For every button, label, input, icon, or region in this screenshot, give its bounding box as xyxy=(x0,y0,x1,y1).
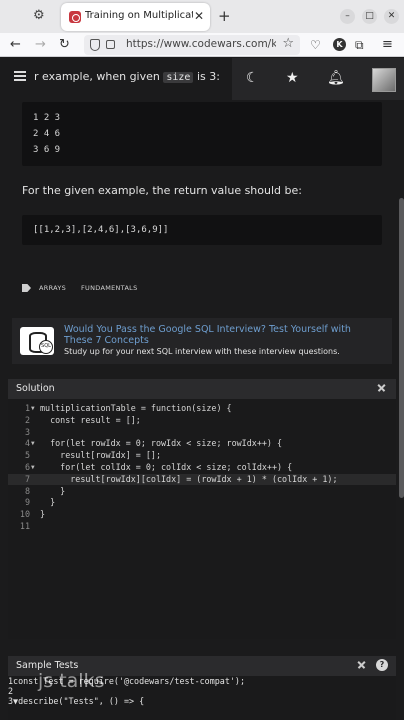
pocket-icon[interactable]: ♡ xyxy=(310,36,321,54)
solution-label: Solution xyxy=(16,383,55,394)
maximize-icon[interactable]: □ xyxy=(362,9,377,24)
code-line[interactable]: 7 result[rowIdx][colIdx] = (rowIdx + 1) … xyxy=(8,473,396,485)
browser-nav-bar: ← → ↻ https://www.codewars.com/kat ☆ ♡ K… xyxy=(0,33,404,57)
minimize-icon[interactable]: – xyxy=(340,9,355,24)
matrix-line: 2 4 6 xyxy=(33,129,61,139)
user-toolbar: ☾ ★ 🔔︎ xyxy=(232,58,404,100)
code-text: const result = []; xyxy=(40,414,141,425)
avatar[interactable] xyxy=(372,68,396,92)
tag-fundamentals[interactable]: FUNDAMENTALS xyxy=(81,284,138,292)
reload-icon[interactable]: ↻ xyxy=(59,36,70,54)
fold-arrow-icon[interactable]: ▼ xyxy=(31,405,35,412)
code-text: for(let colIdx = 0; colIdx < size; colId… xyxy=(40,462,293,472)
back-icon[interactable]: ← xyxy=(10,36,21,54)
return-value-text: For the given example, the return value … xyxy=(22,184,302,197)
code-text: } xyxy=(40,485,66,496)
line-number: 9 xyxy=(24,497,30,508)
code-text: result[rowIdx][colIdx] = (rowIdx + 1) * … xyxy=(40,473,338,484)
page-scrollbar[interactable] xyxy=(399,198,404,498)
ad-title-link[interactable]: Would You Pass the Google SQL Interview?… xyxy=(64,324,374,346)
code-text: for(let rowIdx = 0; rowIdx < size; rowId… xyxy=(40,438,283,449)
help-icon[interactable]: ? xyxy=(376,659,388,671)
return-value-block: [[1,2,3],[2,4,6],[3,6,9]] xyxy=(22,215,382,245)
return-value-code: [[1,2,3],[2,4,6],[3,6,9]] xyxy=(33,225,169,235)
code-line[interactable]: 6 ▼ for(let colIdx = 0; colIdx < size; co… xyxy=(8,462,396,473)
new-tab-icon[interactable]: + xyxy=(218,7,231,25)
code-line[interactable]: 8 } xyxy=(8,486,396,497)
line-number: 4 xyxy=(24,438,30,449)
line-number: 10 xyxy=(19,509,30,520)
code-line[interactable]: 9 } xyxy=(8,497,396,508)
code-text: multiplicationTable = function(size) { xyxy=(40,403,232,413)
bell-icon[interactable]: 🔔︎ xyxy=(327,70,345,86)
lock-icon xyxy=(106,40,115,49)
code-text: result[rowIdx] = []; xyxy=(40,450,162,461)
fold-arrow-icon[interactable]: ▼ xyxy=(31,440,35,447)
line-number: 7 xyxy=(24,473,30,484)
gear-icon[interactable]: ⚙ xyxy=(33,9,47,23)
tag-arrays[interactable]: ARRAYS xyxy=(39,284,66,292)
shield-icon xyxy=(90,39,100,51)
matrix-example-block: 1 2 3 2 4 6 3 6 9 xyxy=(22,102,382,166)
code-line[interactable]: 4 ▼ for(let rowIdx = 0; rowIdx < size; ro… xyxy=(8,438,396,449)
close-window-icon[interactable]: ✕ xyxy=(384,9,399,24)
code-line[interactable]: 2 const result = []; xyxy=(8,415,396,426)
fullscreen-icon[interactable] xyxy=(357,660,366,669)
bookmark-star-icon[interactable]: ☆ xyxy=(282,36,294,51)
hamburger-menu-icon[interactable] xyxy=(14,71,26,81)
forward-icon[interactable]: → xyxy=(35,36,46,54)
line-number: 2 xyxy=(8,686,14,696)
example-intro: r example, when given size is 3: xyxy=(34,70,220,83)
menu-icon[interactable]: ≡ xyxy=(382,36,393,54)
extensions-icon[interactable]: ⧉ xyxy=(355,36,364,54)
browser-tab-bar: ⚙ Training on Multiplication ✕ + – □ ✕ xyxy=(0,0,404,33)
code-line[interactable]: 3 xyxy=(8,427,396,438)
codewars-favicon-icon xyxy=(69,11,81,23)
page-content: r example, when given size is 3: ☾ ★ 🔔︎ … xyxy=(0,58,404,720)
watermark-text: js talks xyxy=(38,670,105,692)
line-number: 1 xyxy=(24,403,30,413)
code-text: } xyxy=(40,509,46,520)
code-line[interactable]: 10} xyxy=(8,509,396,520)
code-line[interactable]: 1 ▼ multiplicationTable = function(size) { xyxy=(8,403,396,414)
fullscreen-icon[interactable] xyxy=(377,383,386,392)
sponsored-ad[interactable]: Would You Pass the Google SQL Interview?… xyxy=(12,318,392,364)
code-line[interactable]: 5 result[rowIdx] = []; xyxy=(8,450,396,461)
solution-editor[interactable]: 1 ▼ multiplicationTable = function(size) {… xyxy=(8,399,396,639)
kata-description-top: r example, when given size is 3: xyxy=(0,58,232,100)
line-number: 11 xyxy=(19,521,30,531)
bookmark-icon[interactable]: ★ xyxy=(286,70,299,86)
code-line[interactable]: 11 xyxy=(8,521,396,532)
line-number: 2 xyxy=(24,414,30,425)
intro-prefix: r example, when given xyxy=(34,70,164,83)
line-number: 8 xyxy=(24,485,30,496)
line-number: 3 xyxy=(24,426,30,437)
intro-suffix: is 3: xyxy=(193,70,220,83)
browser-tab[interactable]: Training on Multiplication ✕ xyxy=(61,3,210,31)
line-number: 5 xyxy=(24,450,30,461)
tag-icon xyxy=(22,284,31,292)
close-tab-icon[interactable]: ✕ xyxy=(194,9,204,23)
code-line[interactable]: 3▼describe("Tests", () => { xyxy=(8,696,396,706)
url-text[interactable]: https://www.codewars.com/kat xyxy=(126,38,276,50)
address-bar[interactable]: https://www.codewars.com/kat ☆ xyxy=(84,35,300,55)
fold-arrow-icon[interactable]: ▼ xyxy=(31,464,35,471)
solution-header: Solution xyxy=(8,379,396,399)
ad-subtitle: Study up for your next SQL interview wit… xyxy=(64,347,340,356)
line-number: 6 xyxy=(24,462,30,472)
matrix-line: 1 2 3 xyxy=(33,113,61,123)
tab-title: Training on Multiplication xyxy=(85,10,193,21)
inline-code-size: size xyxy=(163,72,194,83)
matrix-line: 3 6 9 xyxy=(33,145,61,155)
account-icon[interactable]: K xyxy=(333,38,346,51)
code-text: } xyxy=(40,497,56,508)
code-text: describe("Tests", () => { xyxy=(18,696,145,706)
moon-icon[interactable]: ☾ xyxy=(246,70,259,86)
sql-database-icon xyxy=(20,327,54,355)
